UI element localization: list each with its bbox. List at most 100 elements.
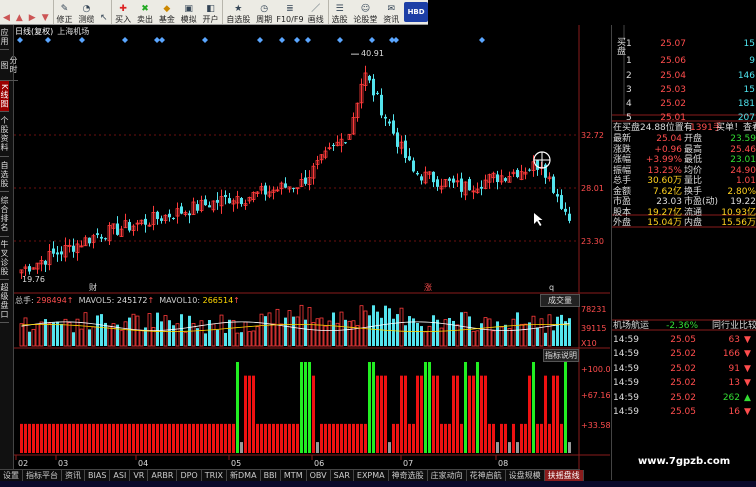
toolbar-button-6[interactable]: ↖: [97, 0, 110, 24]
toolbar-button-17[interactable]: ☺ 论股堂: [351, 0, 381, 24]
candle-body: [344, 142, 347, 144]
toolbar-button-3[interactable]: ▼: [39, 0, 52, 24]
sidebar-item-7[interactable]: 超级盘口: [0, 280, 9, 323]
candle-body: [204, 199, 207, 206]
volume-bar: [499, 326, 504, 347]
indicator-bar: [20, 423, 23, 453]
indicator-bar: [508, 442, 511, 453]
volume-bar: [339, 311, 344, 347]
sector-name[interactable]: 机场航运: [613, 320, 649, 332]
volume-indicator-button[interactable]: 成交量: [540, 294, 580, 307]
volume-bar: [100, 314, 103, 346]
indicator-bar: [316, 442, 319, 453]
indicator-bar: [376, 375, 379, 453]
indicator-bar: [212, 423, 215, 453]
candle-body: [240, 198, 243, 205]
sidebar-item-4[interactable]: 自选股: [0, 157, 9, 192]
volume-bar: [432, 315, 435, 346]
orderbook-level: 2: [626, 71, 632, 81]
toolbar-button-18[interactable]: ✉ 资讯: [380, 0, 402, 24]
tick-direction-icon: ▲: [744, 392, 751, 403]
event-marker-icon: [122, 37, 128, 43]
chart-area[interactable]: 40.91 19.76 32.72 28.01 23.30 财 涨 q 78231 39115 X1…: [14, 25, 610, 480]
right-arrow-icon: ▶: [28, 13, 36, 23]
toolbar-button-7[interactable]: ✚ 买入: [111, 0, 134, 24]
buy-icon: ✚: [119, 4, 127, 14]
toolbar-button-8[interactable]: ✖ 卖出: [134, 0, 156, 24]
volume-bar: [412, 318, 415, 346]
toolbar-button-9[interactable]: ◆ 基金: [156, 0, 178, 24]
indicator-bar: [372, 362, 375, 453]
toolbar-button-1[interactable]: ▲: [13, 0, 26, 24]
toolbar-button-10[interactable]: ▣ 模拟: [178, 0, 200, 24]
sidebar-item-3[interactable]: 个股资料: [0, 112, 9, 157]
indicator-bar: [500, 423, 503, 453]
indicator-bar: [460, 423, 463, 453]
candle-body: [448, 178, 451, 181]
indicator-bar: [440, 423, 443, 453]
candle-body: [44, 260, 47, 265]
volume-bar: [460, 312, 463, 346]
candle-body: [104, 238, 107, 240]
candle-body: [292, 187, 295, 189]
candle-body: [432, 171, 435, 183]
toolbar-button-5[interactable]: ◔ 测缆: [75, 0, 97, 24]
indicator-bar: [404, 375, 407, 453]
volume-bar: [231, 320, 236, 347]
candle-body: [556, 194, 559, 197]
toolbar-button-0[interactable]: ◀: [0, 0, 13, 24]
toolbar-button-13[interactable]: ◷ 周期: [253, 0, 275, 24]
sidebar-item-0[interactable]: 应用: [0, 25, 9, 50]
sidebar-item-2[interactable]: K线图: [0, 81, 9, 112]
tick-volume: 262: [722, 392, 740, 403]
toolbar-button-label: 论股堂: [353, 15, 378, 24]
tick-time: 14:59: [613, 363, 639, 374]
volume-bar: [299, 304, 304, 347]
high-price-label: 40.91: [361, 49, 384, 58]
toolbar-button-15[interactable]: ／画线: [305, 0, 327, 24]
sector-change: -2.36%: [666, 321, 698, 331]
event-marker-icon: [202, 37, 208, 43]
candle-body: [332, 144, 335, 146]
volume-bar: [267, 312, 272, 347]
toolbar-button-16[interactable]: ☰ 选股: [327, 0, 351, 24]
indicator-bar: [224, 423, 227, 453]
orderbook-volume: 146: [737, 71, 755, 81]
price-axis-label: 28.01: [581, 184, 604, 193]
volume-bar: [323, 325, 328, 347]
gauge-icon: ◔: [82, 4, 91, 14]
volume-bar: [519, 323, 524, 347]
toolbar-button-14[interactable]: ≣ F10/F9: [275, 0, 305, 24]
volume-bar: [544, 332, 547, 346]
industry-compare-link[interactable]: 同行业比较: [712, 320, 756, 332]
kline-chart[interactable]: 40.91 19.76 32.72 28.01 23.30 财 涨 q 78231 39115 X1…: [14, 25, 610, 480]
indicator-bar: [160, 423, 163, 453]
toolbar-button-11[interactable]: ◧ 开户: [200, 0, 222, 24]
indicator-bar: [412, 423, 415, 453]
event-marker-icon: [337, 37, 343, 43]
event-marker-icon: [479, 37, 485, 43]
volume-bar: [511, 318, 516, 347]
indicator-bar: [420, 375, 423, 453]
indicator-axis-label: +100.0: [581, 365, 610, 374]
mavol5-label: MAVOL5: [78, 296, 112, 305]
volume-bar: [311, 322, 316, 347]
tick-price: 25.02: [670, 378, 696, 389]
candle-body: [416, 172, 419, 175]
toolbar-button-2[interactable]: ▶: [26, 0, 39, 24]
indicator-bar: [124, 423, 127, 453]
indicator-bar: [152, 423, 155, 453]
sidebar-item-5[interactable]: 综合排名: [0, 192, 9, 237]
indicator-help-button[interactable]: 指标说明: [543, 349, 579, 362]
price-axis-label: 32.72: [581, 131, 604, 140]
toolbar-button-12[interactable]: ★ 自选股: [222, 0, 253, 24]
sidebar-item-6[interactable]: 牛叉诊股: [0, 237, 9, 280]
orderbook-level: 4: [626, 99, 632, 109]
volume-bar: [380, 317, 383, 346]
candle-body: [368, 75, 371, 81]
candle-body: [264, 185, 267, 195]
volume-label: 总手: [15, 296, 31, 305]
orderbook-volume: 9: [749, 56, 755, 66]
toolbar-button-4[interactable]: ✎ 修正: [52, 0, 76, 24]
volume-bar: [568, 318, 571, 346]
